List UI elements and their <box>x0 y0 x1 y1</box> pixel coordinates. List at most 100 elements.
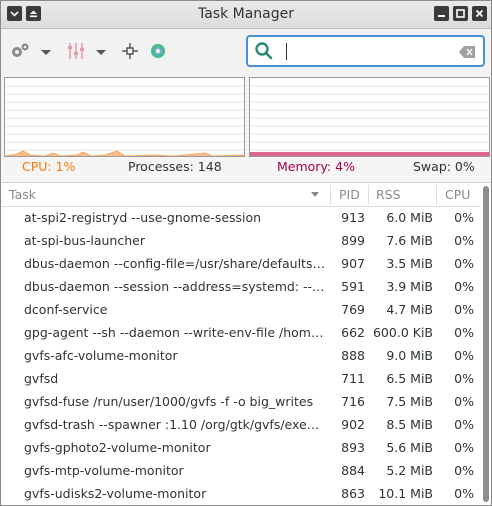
process-rss: 7.5 MiB <box>386 394 433 409</box>
memory-graph-chart <box>250 85 489 156</box>
table-row[interactable]: gvfs-mtp-volume-monitor 884 5.2 MiB 0% <box>2 460 480 483</box>
process-cpu: 0% <box>454 256 474 271</box>
search-field[interactable] <box>246 35 485 67</box>
process-name: gvfs-gphoto2-volume-monitor <box>24 440 211 455</box>
task-manager-window: Task Manager CPU: 1% Processes: 148 Memo… <box>0 0 492 506</box>
cpu-graph-chart <box>5 85 244 156</box>
memory-status: Memory: 4% <box>277 159 355 174</box>
table-row[interactable]: gvfs-udisks2-volume-monitor 863 10.1 MiB 0% <box>2 483 480 505</box>
processes-status: Processes: 148 <box>128 159 222 174</box>
filter-button[interactable] <box>67 41 85 61</box>
process-name: gvfsd <box>24 371 59 386</box>
memory-graph <box>249 77 490 157</box>
column-header-cpu[interactable]: CPU <box>445 187 470 202</box>
process-cpu: 0% <box>454 279 474 294</box>
process-name: dbus-daemon --session --address=systemd:… <box>24 279 326 294</box>
process-pid: 884 <box>341 463 365 478</box>
process-name: at-spi-bus-launcher <box>24 233 145 248</box>
cpu-graph <box>4 77 245 157</box>
column-separator <box>330 185 331 205</box>
process-pid: 863 <box>341 486 365 501</box>
process-name: at-spi2-registryd --use-gnome-session <box>24 210 262 225</box>
process-cpu: 0% <box>454 348 474 363</box>
maximize-icon <box>456 9 465 18</box>
process-name: gvfs-mtp-volume-monitor <box>24 463 184 478</box>
process-pid: 899 <box>341 233 365 248</box>
table-row[interactable]: gvfs-gphoto2-volume-monitor 893 5.6 MiB 0% <box>2 437 480 460</box>
process-name: gvfs-afc-volume-monitor <box>24 348 178 363</box>
process-cpu: 0% <box>454 302 474 317</box>
process-name: gpg-agent --sh --daemon --write-env-file… <box>24 325 326 340</box>
process-pid: 893 <box>341 440 365 455</box>
process-rss: 10.1 MiB <box>378 486 433 501</box>
process-rss: 4.7 MiB <box>386 302 433 317</box>
gears-icon <box>12 43 29 57</box>
process-cpu: 0% <box>454 233 474 248</box>
column-separator <box>436 185 437 205</box>
process-rss: 600.0 KiB <box>372 325 433 340</box>
process-name: gvfsd-fuse /run/user/1000/gvfs -f -o big… <box>24 394 314 409</box>
vertical-scrollbar[interactable] <box>482 186 490 502</box>
table-row[interactable]: at-spi-bus-launcher 899 7.6 MiB 0% <box>2 230 480 253</box>
settings-button[interactable] <box>10 41 30 61</box>
process-rss: 5.6 MiB <box>386 440 433 455</box>
monitor-circle-icon <box>151 44 165 58</box>
swap-status: Swap: 0% <box>413 159 475 174</box>
status-bar: CPU: 1% Processes: 148 Memory: 4% Swap: … <box>1 157 491 177</box>
process-cpu: 0% <box>454 440 474 455</box>
clear-search-icon[interactable] <box>458 44 476 60</box>
process-pid: 913 <box>341 210 365 225</box>
filter-dropdown[interactable] <box>95 41 107 61</box>
scrollbar-thumb[interactable] <box>483 186 489 502</box>
text-caret <box>286 43 287 60</box>
table-row[interactable]: dbus-daemon --session --address=systemd:… <box>2 276 480 299</box>
process-rss: 9.0 MiB <box>386 348 433 363</box>
process-rss: 6.0 MiB <box>386 210 433 225</box>
process-pid: 716 <box>341 394 365 409</box>
column-header-task[interactable]: Task <box>9 187 36 202</box>
table-row[interactable]: gvfs-afc-volume-monitor 888 9.0 MiB 0% <box>2 345 480 368</box>
close-button[interactable] <box>472 6 487 21</box>
process-list: at-spi2-registryd --use-gnome-session 913… <box>2 207 480 505</box>
settings-dropdown[interactable] <box>40 41 52 61</box>
dropdown-arrow-icon <box>96 50 106 55</box>
process-name: dconf-service <box>24 302 108 317</box>
process-cpu: 0% <box>454 325 474 340</box>
table-row[interactable]: gpg-agent --sh --daemon --write-env-file… <box>2 322 480 345</box>
table-row[interactable]: gvfsd-fuse /run/user/1000/gvfs -f -o big… <box>2 391 480 414</box>
process-pid: 888 <box>341 348 365 363</box>
process-pid: 907 <box>341 256 365 271</box>
process-rss: 7.6 MiB <box>386 233 433 248</box>
column-header-pid[interactable]: PID <box>339 187 360 202</box>
minimize-icon <box>438 15 445 17</box>
process-rss: 3.5 MiB <box>386 256 433 271</box>
process-rss: 5.2 MiB <box>386 463 433 478</box>
crosshair-icon <box>122 43 138 59</box>
window-title: Task Manager <box>197 6 295 22</box>
table-header: Task PID RSS CPU <box>2 183 480 207</box>
table-row[interactable]: at-spi2-registryd --use-gnome-session 913… <box>2 207 480 230</box>
process-cpu: 0% <box>454 371 474 386</box>
process-cpu: 0% <box>454 486 474 501</box>
maximize-button[interactable] <box>453 6 468 21</box>
minimize-button[interactable] <box>434 6 449 21</box>
sort-descending-icon[interactable] <box>310 191 320 199</box>
sliders-icon <box>68 43 84 59</box>
titlebar: Task Manager <box>1 1 491 29</box>
toolbar <box>1 29 491 74</box>
process-pid: 902 <box>341 417 365 432</box>
table-row[interactable]: gvfsd 711 6.5 MiB 0% <box>2 368 480 391</box>
select-window-button[interactable] <box>121 41 139 61</box>
table-row[interactable]: dbus-daemon --config-file=/usr/share/def… <box>2 253 480 276</box>
column-header-rss[interactable]: RSS <box>376 187 401 202</box>
process-cpu: 0% <box>454 394 474 409</box>
table-row[interactable]: dconf-service 769 4.7 MiB 0% <box>2 299 480 322</box>
monitor-button[interactable] <box>149 41 167 61</box>
process-cpu: 0% <box>454 210 474 225</box>
table-row[interactable]: gvfsd-trash --spawner :1.10 /org/gtk/gvf… <box>2 414 480 437</box>
process-pid: 769 <box>341 302 365 317</box>
process-name: gvfs-udisks2-volume-monitor <box>24 486 207 501</box>
column-separator <box>368 185 369 205</box>
process-name: dbus-daemon --config-file=/usr/share/def… <box>24 256 326 271</box>
cpu-status: CPU: 1% <box>22 159 76 174</box>
